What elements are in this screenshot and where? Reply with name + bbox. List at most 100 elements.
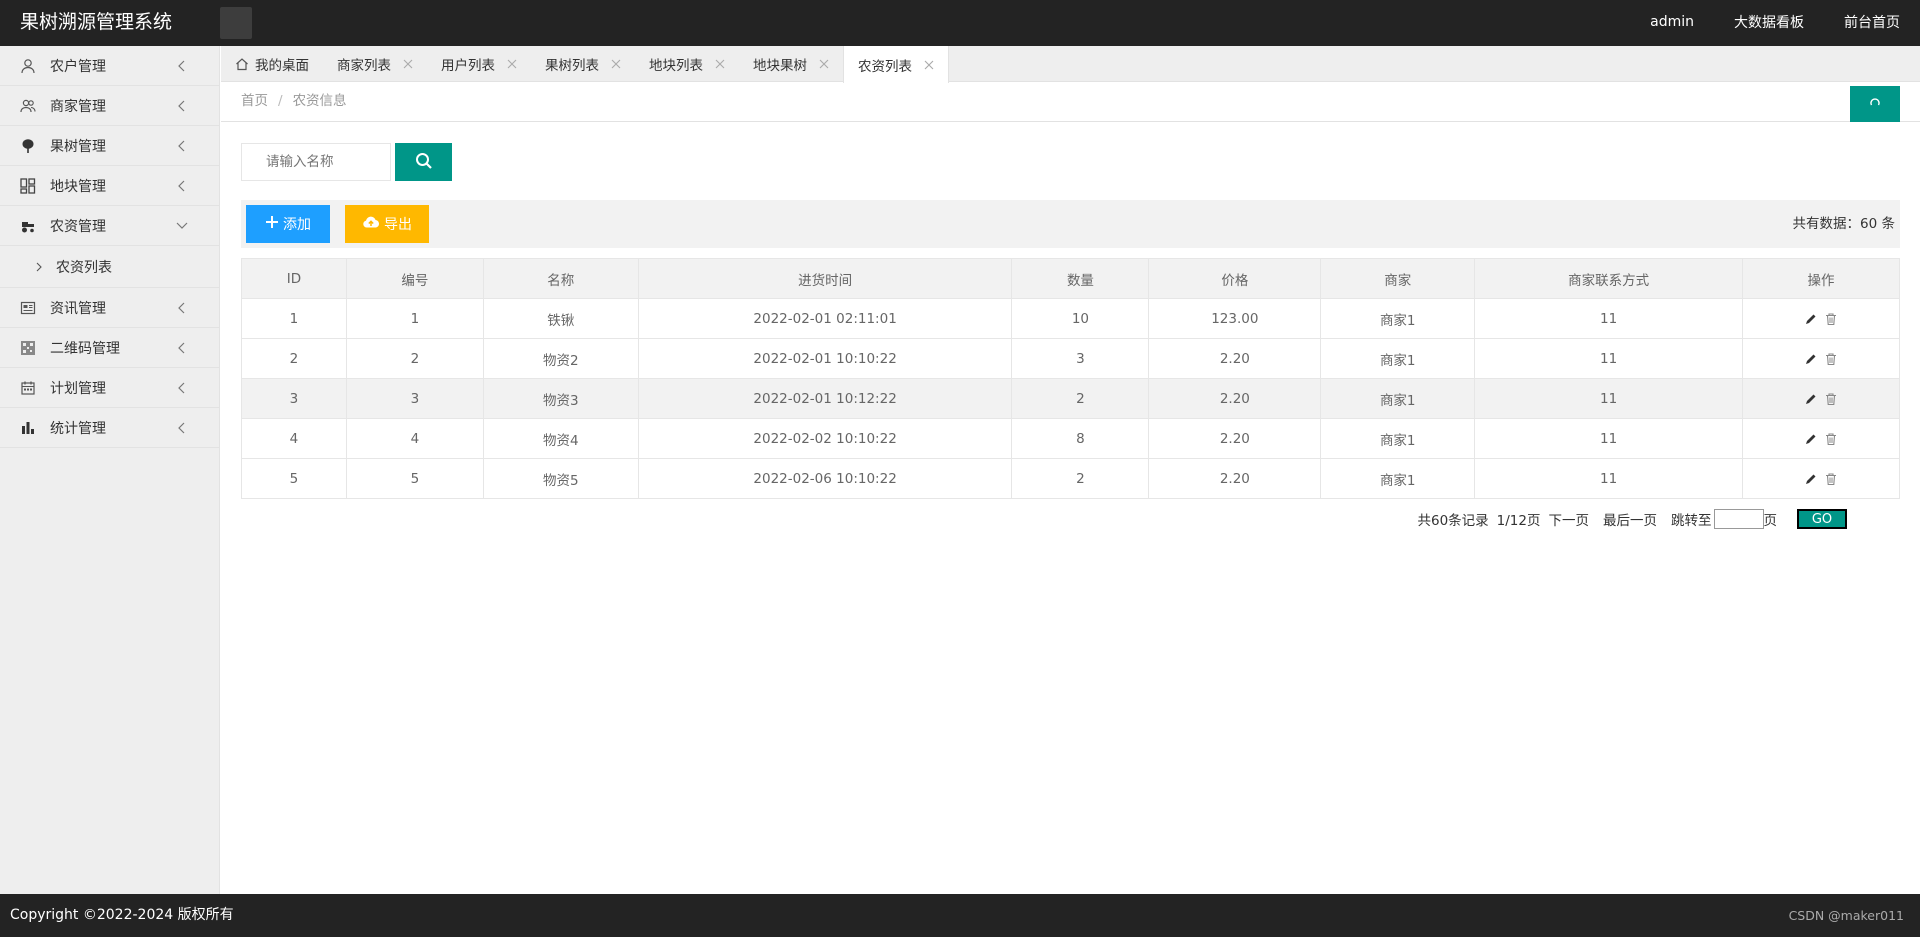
edit-icon[interactable] — [1804, 352, 1818, 366]
cell-purchase-time: 2022-02-01 10:12:22 — [637, 378, 1013, 419]
cell-contact: 11 — [1474, 418, 1743, 459]
cell-price: 2.20 — [1148, 418, 1322, 459]
tab-desktop[interactable]: 我的桌面 — [221, 46, 323, 82]
menu-toggle-button[interactable] — [220, 7, 252, 39]
sidebar-subitem-supplies-list[interactable]: 农资列表 — [0, 246, 219, 288]
cell-contact: 11 — [1474, 378, 1743, 419]
header-link-dashboard[interactable]: 大数据看板 — [1734, 12, 1804, 32]
close-icon[interactable] — [611, 59, 621, 69]
pager-jump-input[interactable] — [1713, 509, 1764, 529]
refresh-button[interactable] — [1850, 86, 1900, 122]
column-header: 数量 — [1011, 258, 1150, 299]
edit-icon[interactable] — [1804, 392, 1818, 406]
cell-purchase-time: 2022-02-02 10:10:22 — [637, 418, 1013, 459]
total-count: 共有数据：60 条 — [1792, 216, 1895, 232]
close-icon[interactable] — [819, 59, 829, 69]
search-input[interactable] — [241, 143, 391, 181]
cloud-upload-icon — [362, 215, 384, 233]
close-icon[interactable] — [507, 59, 517, 69]
sidebar-item-farmer[interactable]: 农户管理 — [0, 46, 219, 86]
sidebar-item-plan[interactable]: 计划管理 — [0, 368, 219, 408]
trash-icon[interactable] — [1824, 432, 1838, 446]
pager-next-link[interactable]: 下一页 — [1549, 509, 1590, 529]
cell-merchant: 商家1 — [1320, 418, 1476, 459]
tab-land-tree[interactable]: 地块果树 — [739, 46, 843, 82]
sidebar-item-tree[interactable]: 果树管理 — [0, 126, 219, 166]
sidebar-item-news[interactable]: 资讯管理 — [0, 288, 219, 328]
sidebar-item-supplies[interactable]: 农资管理 — [0, 206, 219, 246]
cell-quantity: 2 — [1011, 378, 1150, 419]
header-nav: admin 大数据看板 前台首页 — [1610, 0, 1900, 44]
trash-icon[interactable] — [1824, 472, 1838, 486]
breadcrumb-home[interactable]: 首页 — [241, 93, 268, 109]
pagination: 共60条记录 1/12页 下一页 最后一页 跳转至 页 GO — [1409, 509, 1847, 529]
footer: Copyright ©2022-2024 版权所有 CSDN @maker011 — [0, 894, 1920, 937]
cell-merchant: 商家1 — [1320, 378, 1476, 419]
trash-icon[interactable] — [1824, 392, 1838, 406]
sidebar-item-qrcode[interactable]: 二维码管理 — [0, 328, 219, 368]
breadcrumb-bar: 首页 / 农资信息 — [221, 82, 1920, 122]
edit-icon[interactable] — [1804, 312, 1818, 326]
home-icon — [235, 57, 249, 71]
tab-merchant-list[interactable]: 商家列表 — [323, 46, 427, 82]
sidebar-item-label: 农户管理 — [50, 58, 106, 75]
search-icon — [415, 152, 433, 173]
sidebar-item-merchant[interactable]: 商家管理 — [0, 86, 219, 126]
column-header: 价格 — [1148, 258, 1322, 299]
column-header: ID — [241, 258, 347, 299]
tab-label: 商家列表 — [337, 58, 391, 74]
pager-go-button[interactable]: GO — [1797, 509, 1847, 529]
table-row: 3 3 物资3 2022-02-01 10:12:22 2 2.20 商家1 1… — [241, 378, 1900, 419]
cell-quantity: 8 — [1011, 418, 1150, 459]
cell-id: 4 — [241, 418, 347, 459]
table-row: 2 2 物资2 2022-02-01 10:10:22 3 2.20 商家1 1… — [241, 338, 1900, 379]
tab-user-list[interactable]: 用户列表 — [427, 46, 531, 82]
header-link-admin[interactable]: admin — [1650, 14, 1694, 30]
close-icon[interactable] — [715, 59, 725, 69]
plus-icon — [265, 215, 283, 233]
pager-pages: 1/12页 — [1496, 513, 1541, 529]
chevron-left-icon — [175, 139, 189, 153]
user-icon — [20, 58, 36, 74]
header-link-frontpage[interactable]: 前台首页 — [1844, 12, 1900, 32]
pager-last-link[interactable]: 最后一页 — [1603, 509, 1657, 529]
cell-quantity: 10 — [1011, 298, 1150, 339]
chevron-left-icon — [175, 59, 189, 73]
add-button[interactable]: 添加 — [246, 205, 330, 243]
users-icon — [20, 98, 36, 114]
trash-icon[interactable] — [1824, 312, 1838, 326]
tab-label: 农资列表 — [858, 58, 912, 75]
cell-code: 3 — [345, 378, 484, 419]
blocks-icon — [20, 177, 36, 194]
column-header: 操作 — [1742, 258, 1900, 299]
cell-code: 2 — [345, 338, 484, 379]
tab-tree-list[interactable]: 果树列表 — [531, 46, 635, 82]
sidebar-item-land[interactable]: 地块管理 — [0, 166, 219, 206]
trash-icon[interactable] — [1824, 352, 1838, 366]
close-icon[interactable] — [924, 60, 934, 70]
tractor-icon — [20, 218, 36, 234]
export-button[interactable]: 导出 — [345, 205, 429, 243]
sidebar-item-label: 地块管理 — [50, 178, 106, 195]
tab-supplies-list[interactable]: 农资列表 — [843, 46, 949, 83]
cell-code: 5 — [345, 458, 484, 499]
refresh-icon — [1869, 97, 1881, 112]
cell-name: 物资2 — [482, 338, 639, 379]
pager-jump-label: 跳转至 — [1671, 513, 1712, 529]
close-icon[interactable] — [403, 59, 413, 69]
cell-actions — [1742, 298, 1900, 339]
chevron-left-icon — [175, 381, 189, 395]
edit-icon[interactable] — [1804, 432, 1818, 446]
sidebar-item-label: 果树管理 — [50, 138, 106, 155]
sidebar-item-stats[interactable]: 统计管理 — [0, 408, 219, 448]
chevron-left-icon — [175, 179, 189, 193]
cell-code: 4 — [345, 418, 484, 459]
cell-quantity: 3 — [1011, 338, 1150, 379]
edit-icon[interactable] — [1804, 472, 1818, 486]
sidebar-subitem-label: 农资列表 — [56, 259, 112, 276]
tab-land-list[interactable]: 地块列表 — [635, 46, 739, 82]
chevron-right-icon — [34, 262, 44, 272]
search-button[interactable] — [395, 143, 452, 181]
cell-name: 物资4 — [482, 418, 639, 459]
news-icon — [20, 300, 36, 316]
